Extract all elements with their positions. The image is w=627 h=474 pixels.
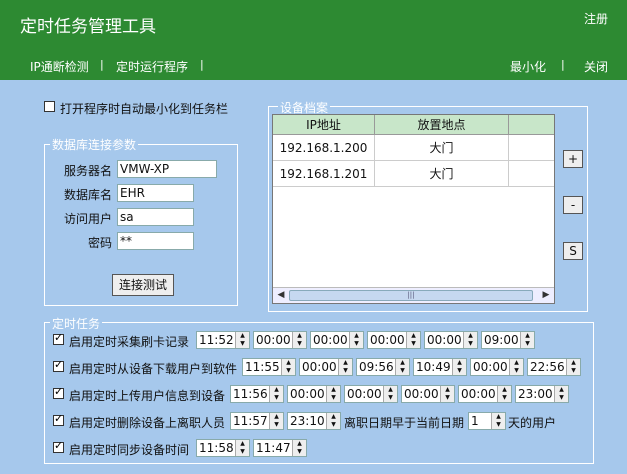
task-sync-time-label: 启用定时同步设备时间 [69,443,190,457]
spin-arrows-icon[interactable]: ▲ ▼ [235,332,249,348]
time-spinner[interactable]: 09:56 ▲ ▼ [356,358,410,376]
spin-arrows-icon[interactable]: ▲ ▼ [281,359,295,375]
task-delete-resigned-checkbox[interactable] [53,412,64,426]
table-cell-place[interactable]: 大门 [375,161,509,187]
spin-arrows-icon[interactable]: ▲ ▼ [235,440,249,456]
spin-arrows-icon[interactable]: ▲ ▼ [395,359,409,375]
spin-arrows-icon[interactable]: ▲ ▼ [349,332,363,348]
days-suffix-label: 天的用户 [508,416,557,430]
time-spinner[interactable]: 11:47 ▲ ▼ [253,439,307,457]
spin-arrows-icon[interactable]: ▲ ▼ [520,332,534,348]
scroll-right-icon[interactable]: ▶ [539,289,553,302]
time-spinner[interactable]: 11:57 ▲ ▼ [230,412,284,430]
column-header-empty [509,115,554,135]
resign-date-label: 离职日期早于当前日期 [344,416,465,430]
scroll-left-icon[interactable]: ◀ [274,289,288,302]
time-spinner[interactable]: 11:52 ▲ ▼ [196,331,250,349]
spin-arrows-icon[interactable]: ▲ ▼ [383,386,397,402]
task-download-users-checkbox[interactable] [53,358,64,372]
app-title: 定时任务管理工具 [20,17,156,37]
spin-arrows-icon[interactable]: ▲ ▼ [440,386,454,402]
table-cell-ip[interactable]: 192.168.1.201 [273,161,375,187]
db-params-title: 数据库连接参数 [50,136,139,153]
time-spinner[interactable]: 11:55 ▲ ▼ [242,358,296,376]
title-bar: 定时任务管理工具 注册 IP通断检测 | 定时运行程序 | 最小化 | 关闭 [0,0,627,80]
spin-arrows-icon[interactable]: ▲ ▼ [292,332,306,348]
time-spinner[interactable]: 00:00 ▲ ▼ [253,331,307,349]
task-delete-resigned-label: 启用定时删除设备上离职人员 [69,416,226,430]
spin-arrows-icon[interactable]: ▲ ▼ [463,332,477,348]
time-spinner[interactable]: 00:00 ▲ ▼ [344,385,398,403]
time-spinner[interactable]: 00:00 ▲ ▼ [401,385,455,403]
spin-arrows-icon[interactable]: ▲ ▼ [269,413,283,429]
column-header-ip[interactable]: IP地址 [273,115,375,135]
column-header-place[interactable]: 放置地点 [375,115,509,135]
spin-arrows-icon[interactable]: ▲ ▼ [497,386,511,402]
time-spinner[interactable]: 10:49 ▲ ▼ [413,358,467,376]
time-spinner[interactable]: 00:00 ▲ ▼ [299,358,353,376]
task-collect-records-checkbox[interactable] [53,331,64,345]
time-spinner[interactable]: 00:00 ▲ ▼ [458,385,512,403]
database-name-label: 数据库名 [64,188,113,202]
task-upload-users-label: 启用定时上传用户信息到设备 [69,389,226,403]
nav-scheduled-programs[interactable]: 定时运行程序 [116,58,188,75]
table-cell-ip[interactable]: 192.168.1.200 [273,135,375,161]
time-spinner[interactable]: 00:00 ▲ ▼ [470,358,524,376]
task-collect-records-label: 启用定时采集刷卡记录 [69,335,190,349]
spin-arrows-icon[interactable]: ▲ ▼ [269,386,283,402]
spin-arrows-icon[interactable]: ▲ ▼ [554,386,568,402]
spin-arrows-icon[interactable]: ▲ ▼ [326,386,340,402]
time-spinner[interactable]: 11:58 ▲ ▼ [196,439,250,457]
time-spinner[interactable]: 00:00 ▲ ▼ [310,331,364,349]
spin-arrows-icon[interactable]: ▲ ▼ [338,359,352,375]
scheduled-tasks-title: 定时任务 [50,315,103,332]
time-spinner[interactable]: 23:00 ▲ ▼ [515,385,569,403]
database-name-input[interactable]: EHR [117,184,194,202]
nav-separator: | [100,58,104,71]
table-cell-empty [509,135,554,161]
task-sync-time-checkbox[interactable] [53,439,64,453]
table-cell-place[interactable]: 大门 [375,135,509,161]
nav-ip-check[interactable]: IP通断检测 [30,58,89,75]
table-cell-empty [509,161,554,187]
password-label: 密码 [88,236,113,250]
time-spinner[interactable]: 11:56 ▲ ▼ [230,385,284,403]
user-input[interactable]: sa [117,208,194,226]
spin-arrows-icon[interactable]: ▲ ▼ [406,332,420,348]
spin-arrows-icon[interactable]: ▲ ▼ [509,359,523,375]
time-spinner[interactable]: 00:00 ▲ ▼ [367,331,421,349]
spin-arrows-icon[interactable]: ▲ ▼ [491,413,505,429]
time-spinner[interactable]: 23:10 ▲ ▼ [287,412,341,430]
add-device-button[interactable]: + [563,150,583,168]
time-spinner[interactable]: 00:00 ▲ ▼ [287,385,341,403]
save-devices-button[interactable]: S [563,242,583,260]
password-input[interactable]: ** [117,232,194,250]
horizontal-scrollbar[interactable]: ◀ ||| ▶ [273,287,554,303]
task-download-users-label: 启用定时从设备下载用户到软件 [69,362,238,376]
spin-arrows-icon[interactable]: ▲ ▼ [566,359,580,375]
server-name-label: 服务器名 [64,164,113,178]
spin-arrows-icon[interactable]: ▲ ▼ [452,359,466,375]
nav-separator: | [200,58,204,71]
spin-arrows-icon[interactable]: ▲ ▼ [292,440,306,456]
time-spinner[interactable]: 22:56 ▲ ▼ [527,358,581,376]
auto-minimize-checkbox[interactable] [44,101,55,112]
task-upload-users-checkbox[interactable] [53,385,64,399]
time-spinner[interactable]: 00:00 ▲ ▼ [424,331,478,349]
server-name-input[interactable]: VMW-XP [117,160,217,178]
connection-test-button[interactable]: 连接测试 [112,274,174,296]
user-label: 访问用户 [64,212,113,226]
scroll-thumb[interactable]: ||| [289,290,533,301]
nav-separator: | [561,58,565,71]
register-link[interactable]: 注册 [584,10,608,27]
remove-device-button[interactable]: - [563,196,583,214]
days-spinner[interactable]: 1 ▲ ▼ [468,412,506,430]
time-spinner[interactable]: 09:00 ▲ ▼ [481,331,535,349]
device-table[interactable]: IP地址 放置地点 192.168.1.200 大门 192.168.1.201… [272,114,555,304]
auto-minimize-label: 打开程序时自动最小化到任务栏 [60,102,229,116]
minimize-link[interactable]: 最小化 [510,58,546,75]
spin-arrows-icon[interactable]: ▲ ▼ [326,413,340,429]
close-link[interactable]: 关闭 [584,58,608,75]
